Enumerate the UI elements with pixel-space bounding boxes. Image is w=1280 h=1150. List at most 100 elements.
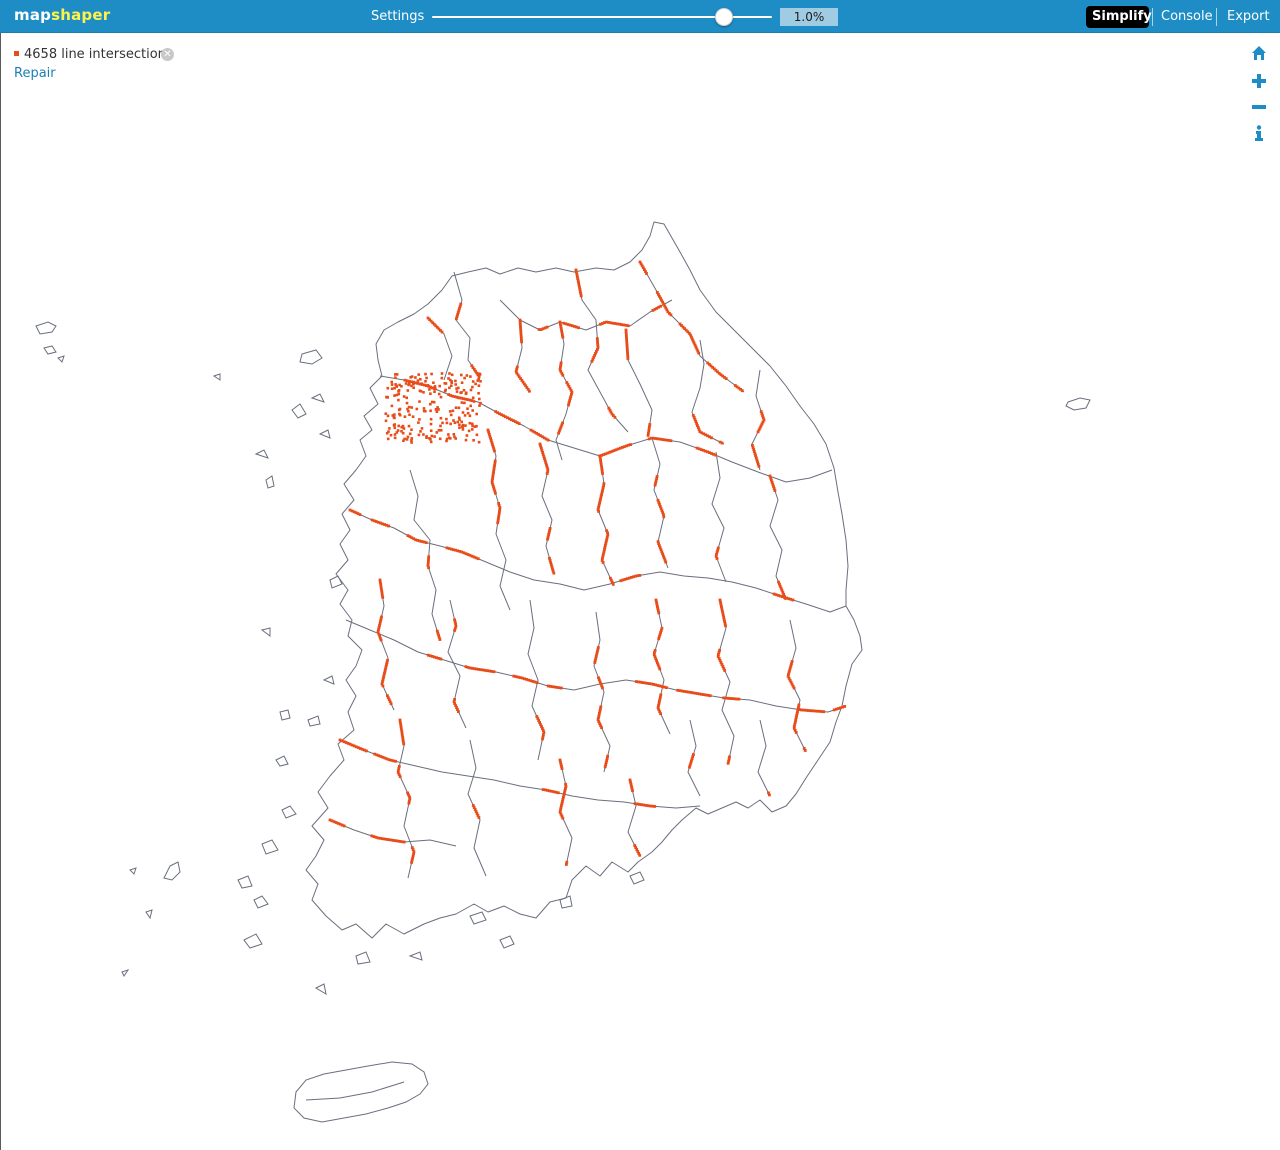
intersection-point [393, 426, 397, 430]
intersection-point [428, 388, 431, 391]
intersection-point [398, 775, 402, 779]
intersection-point [417, 373, 420, 376]
settings-button[interactable]: Settings [371, 9, 424, 24]
intersection-point [402, 395, 406, 398]
intersection-point [388, 427, 391, 430]
intersection-point [449, 422, 452, 426]
intersection-point [843, 705, 847, 708]
intersection-point [410, 428, 413, 431]
intersection-point [462, 389, 466, 392]
simplify-percentage-input[interactable]: 1.0% [780, 8, 838, 26]
intersection-point [419, 390, 423, 393]
intersection-point [714, 453, 717, 457]
intersection-point [463, 414, 467, 417]
intersection-point [393, 433, 397, 436]
intersection-point [365, 749, 368, 753]
intersection-point [453, 435, 456, 439]
intersection-point [756, 430, 760, 434]
intersection-point [469, 375, 472, 378]
intersection-point [445, 417, 448, 421]
intersection-point [601, 561, 605, 564]
intersection-point [414, 376, 417, 379]
intersection-point [455, 390, 459, 393]
intersection-point [471, 424, 474, 428]
intersection-point [477, 375, 481, 379]
intersection-point [657, 637, 661, 641]
intersection-point [631, 789, 634, 793]
close-icon[interactable]: ✕ [161, 48, 174, 61]
intersection-point [461, 423, 465, 427]
intersection-point [381, 684, 385, 688]
intersection-point [465, 391, 468, 395]
intersection-point [561, 335, 565, 339]
intersection-point [390, 404, 394, 408]
intersection-point [417, 433, 421, 437]
intersection-point [438, 384, 441, 388]
intersection-point [392, 424, 396, 427]
intersection-point [496, 521, 500, 525]
intersection-point [404, 382, 408, 385]
intersection-point [428, 437, 431, 440]
intersection-point [455, 387, 458, 390]
intersection-point [579, 294, 583, 298]
intersection-point [638, 853, 642, 857]
intersection-point [422, 433, 425, 436]
repair-link[interactable]: Repair [14, 66, 56, 81]
intersection-point [437, 392, 441, 396]
intersection-point [426, 384, 430, 387]
intersection-point [528, 389, 531, 393]
intersection-point [471, 428, 474, 431]
intersection-point [389, 702, 393, 706]
intersection-point [626, 357, 630, 360]
intersection-point [590, 360, 594, 363]
intersection-point [577, 326, 580, 330]
intersection-point [422, 407, 426, 410]
export-button[interactable]: Export [1221, 6, 1276, 28]
intersection-point [401, 431, 405, 435]
intersection-point [460, 373, 463, 377]
intersection-point [410, 406, 414, 409]
map-canvas[interactable] [0, 33, 1280, 1150]
intersection-point [653, 483, 657, 487]
intersection-point [492, 670, 496, 674]
intersection-point [430, 400, 434, 404]
zoom-out-icon[interactable] [1251, 99, 1267, 115]
home-icon[interactable] [1251, 45, 1267, 61]
intersection-point [467, 429, 471, 433]
intersection-point [397, 389, 401, 392]
intersection-point [567, 403, 570, 407]
intersection-point [657, 611, 661, 615]
app-logo[interactable]: mapshaper [14, 6, 110, 24]
intersection-point [433, 435, 436, 438]
simplify-button[interactable]: Simplify [1086, 6, 1152, 28]
intersection-point [394, 759, 397, 763]
intersection-point [408, 413, 411, 417]
intersection-point [387, 524, 390, 528]
intersection-point [422, 409, 426, 413]
intersection-point [425, 376, 428, 380]
intersection-point [400, 385, 403, 388]
info-icon[interactable] [1251, 125, 1267, 141]
simplify-slider-handle[interactable] [715, 8, 734, 26]
intersection-point [429, 417, 433, 421]
intersection-point [447, 433, 450, 436]
intersection-point [477, 392, 480, 395]
intersection-point [461, 411, 465, 414]
intersection-point [449, 413, 453, 417]
intersection-point [449, 437, 452, 440]
intersection-point [737, 697, 741, 701]
intersection-point [476, 379, 479, 382]
intersection-point [448, 386, 451, 390]
intersection-point [471, 396, 475, 400]
intersection-point [783, 596, 787, 600]
console-button[interactable]: Console [1155, 6, 1219, 28]
intersection-point [601, 472, 604, 475]
intersection-point [463, 401, 466, 405]
intersection-point [427, 566, 430, 570]
intersection-point [434, 408, 438, 411]
intersection-point [402, 742, 406, 746]
intersection-point [397, 408, 401, 412]
intersection-point [600, 726, 603, 730]
intersection-point [723, 669, 727, 672]
zoom-in-icon[interactable] [1251, 73, 1267, 89]
